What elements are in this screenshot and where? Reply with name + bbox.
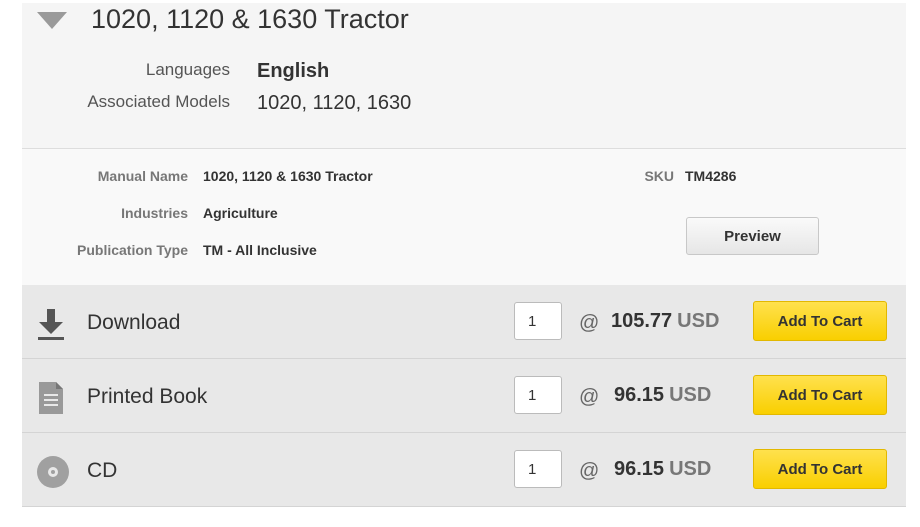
format-row-download: Download @ 105.77USD Add To Cart <box>22 285 906 359</box>
at-symbol: @ <box>579 386 600 408</box>
sku-value: TM4286 <box>685 168 737 184</box>
format-row-cd: CD @ 96.15USD Add To Cart <box>22 433 906 507</box>
price-currency: USD <box>677 310 720 332</box>
document-icon <box>39 382 63 414</box>
add-to-cart-button[interactable]: Add To Cart <box>753 449 887 489</box>
price-currency: USD <box>669 384 712 406</box>
price: 105.77 USD <box>611 310 719 333</box>
languages-value: English <box>257 60 330 82</box>
sku-label: SKU <box>644 168 674 184</box>
disc-icon <box>37 456 69 488</box>
download-icon <box>38 309 64 340</box>
add-to-cart-button[interactable]: Add To Cart <box>753 375 887 415</box>
associated-models-value: 1020, 1120, 1630 <box>257 92 412 114</box>
format-row-printed-book: Printed Book @ 96.15USD Add To Cart <box>22 359 906 433</box>
publication-type-label: Publication Type <box>77 242 188 258</box>
industries-label: Industries <box>121 205 188 221</box>
price: 96.15 USD <box>614 458 711 481</box>
price-amount: 96.15 <box>614 384 665 406</box>
price-currency: USD <box>669 458 712 480</box>
at-symbol: @ <box>579 460 600 482</box>
price: 96.15 USD <box>614 384 711 407</box>
collapse-triangle-icon[interactable] <box>37 12 67 29</box>
quantity-input[interactable] <box>514 450 562 488</box>
manual-name-value: 1020, 1120 & 1630 Tractor <box>203 168 373 184</box>
industries-value: Agriculture <box>203 205 278 221</box>
add-to-cart-button[interactable]: Add To Cart <box>753 301 887 341</box>
quantity-input[interactable] <box>514 302 562 340</box>
product-title: 1020, 1120 & 1630 Tractor <box>91 4 409 34</box>
publication-type-value: TM - All Inclusive <box>203 242 317 258</box>
product-panel: 1020, 1120 & 1630 Tractor Languages Engl… <box>22 3 906 508</box>
product-details: Manual Name 1020, 1120 & 1630 Tractor In… <box>22 149 906 286</box>
format-label: Printed Book <box>87 385 208 408</box>
price-amount: 105.77 <box>611 310 673 332</box>
associated-models-label: Associated Models <box>87 92 230 111</box>
price-amount: 96.15 <box>614 458 665 480</box>
languages-label: Languages <box>145 60 230 79</box>
at-symbol: @ <box>579 312 600 334</box>
format-label: CD <box>87 459 118 482</box>
format-label: Download <box>87 311 181 334</box>
product-header: 1020, 1120 & 1630 Tractor Languages Engl… <box>22 3 906 149</box>
quantity-input[interactable] <box>514 376 562 414</box>
preview-button[interactable]: Preview <box>686 217 819 255</box>
manual-name-label: Manual Name <box>97 168 188 184</box>
